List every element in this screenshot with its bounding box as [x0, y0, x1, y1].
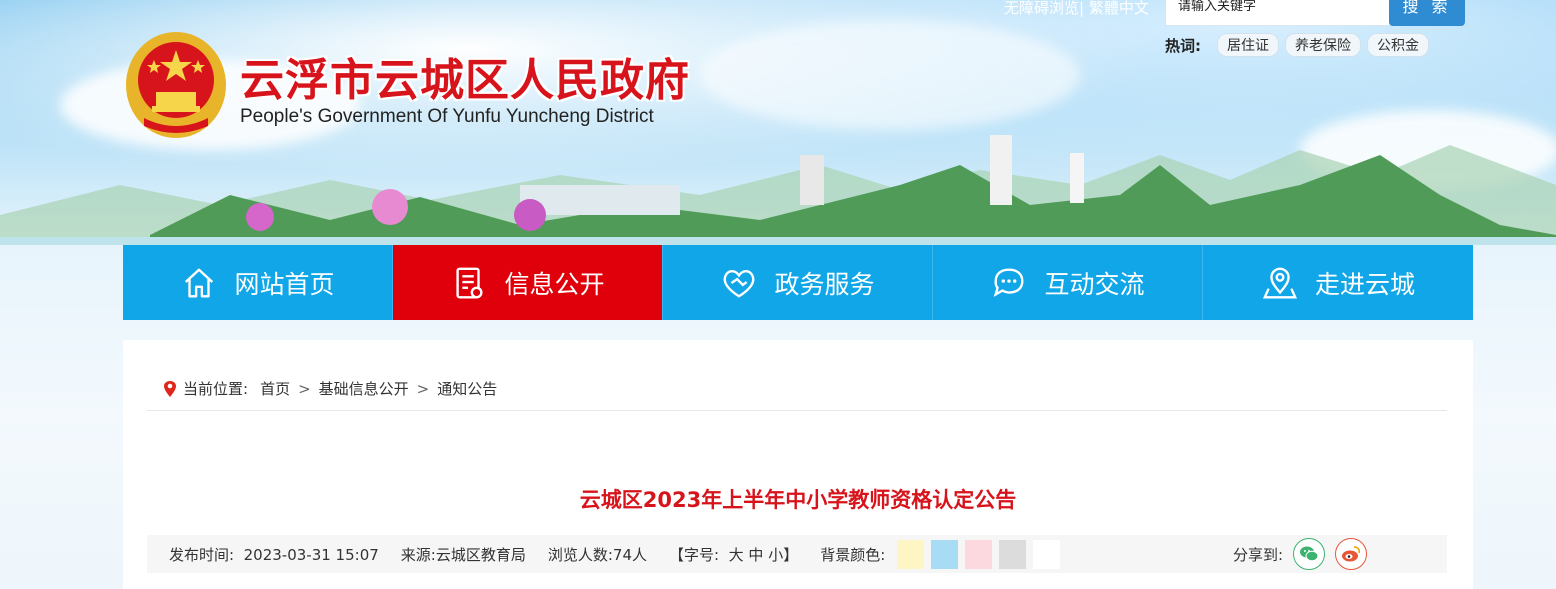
- weibo-share-icon[interactable]: [1335, 538, 1367, 570]
- national-emblem-icon: [126, 32, 226, 138]
- site-title: 云浮市云城区人民政府: [240, 55, 690, 106]
- article-meta-bar: 发布时间: 2023-03-31 15:07 来源:云城区教育局 浏览人数:74…: [147, 535, 1447, 573]
- nav-item-label: 信息公开: [504, 269, 605, 299]
- landscape-illustration: [0, 135, 1556, 245]
- home-icon: [185, 268, 214, 297]
- views: 浏览人数:74人: [548, 544, 647, 565]
- breadcrumb-label: 当前位置:: [183, 380, 249, 398]
- nav-item-home[interactable]: 网站首页: [123, 245, 393, 320]
- bg-color-label: 背景颜色:: [820, 545, 886, 564]
- map-pin-icon: [164, 380, 176, 397]
- font-small-button[interactable]: 小: [768, 546, 783, 564]
- nav-item-label: 政务服务: [774, 269, 875, 299]
- source-label: 来源:: [400, 545, 436, 564]
- font-size-label: 【字号:: [669, 545, 720, 564]
- accessible-browse-link[interactable]: 无障碍浏览: [1004, 0, 1079, 17]
- breadcrumb-separator: >: [416, 379, 430, 398]
- traditional-chinese-link[interactable]: 繁體中文: [1089, 0, 1149, 17]
- font-medium-button[interactable]: 中: [748, 546, 763, 564]
- location-icon: [1262, 267, 1298, 298]
- bg-swatch-yellow[interactable]: [897, 539, 925, 569]
- handshake-icon: [724, 269, 755, 298]
- chat-icon: [994, 268, 1024, 297]
- nav-item-label: 网站首页: [234, 269, 335, 299]
- nav-item-label: 互动交流: [1044, 269, 1145, 299]
- hot-keywords-label: 热词:: [1165, 36, 1201, 55]
- source-value: 云城区教育局: [435, 545, 526, 564]
- bg-swatch-blue[interactable]: [931, 539, 959, 569]
- nav-item-government-services[interactable]: 政务服务: [663, 245, 933, 320]
- article-title: 云城区2023年上半年中小学教师资格认定公告: [579, 488, 1017, 512]
- top-links: 无障碍浏览| 繁體中文: [1004, 0, 1149, 20]
- hot-tag-housing-fund[interactable]: 公积金: [1367, 33, 1429, 57]
- site-subtitle: People's Government Of Yunfu Yuncheng Di…: [240, 106, 654, 127]
- document-icon: [456, 267, 484, 298]
- publish-label: 发布时间:: [169, 545, 235, 564]
- font-size-control: 【字号: 大 中 小】: [669, 544, 798, 565]
- hot-keywords: 热词: 居住证 养老保险 公积金: [1165, 33, 1429, 57]
- main-nav: 网站首页 信息公开 政务服务 互动交流 走进云城: [123, 245, 1473, 320]
- weibo-icon: [1342, 546, 1361, 562]
- nav-item-interaction[interactable]: 互动交流: [933, 245, 1203, 320]
- bg-swatch-pink[interactable]: [965, 539, 993, 569]
- wechat-icon: [1300, 546, 1319, 562]
- source: 来源:云城区教育局: [401, 544, 526, 565]
- breadcrumb-separator: >: [298, 379, 311, 398]
- breadcrumb-notices[interactable]: 通知公告: [437, 378, 497, 399]
- nav-item-about-yuncheng[interactable]: 走进云城: [1203, 245, 1473, 320]
- views-value: 74人: [612, 545, 648, 564]
- hot-tag-residence-permit[interactable]: 居住证: [1217, 33, 1279, 57]
- hot-tag-pension-insurance[interactable]: 养老保险: [1285, 33, 1361, 57]
- divider: [147, 410, 1447, 411]
- font-size-end: 】: [783, 545, 799, 564]
- share-bar: 分享到:: [1233, 535, 1367, 573]
- search-button[interactable]: 搜 索: [1389, 0, 1465, 26]
- cloud: [700, 20, 1080, 130]
- wechat-share-icon[interactable]: [1293, 538, 1325, 570]
- bg-swatch-white[interactable]: [1033, 539, 1061, 569]
- bg-swatch-gray[interactable]: [999, 539, 1027, 569]
- breadcrumb: 当前位置: 首页 > 基础信息公开 > 通知公告: [163, 378, 497, 399]
- search-input[interactable]: 请输入关键字: [1165, 0, 1390, 26]
- breadcrumb-basic-info[interactable]: 基础信息公开: [319, 378, 409, 399]
- nav-item-label: 走进云城: [1314, 269, 1415, 299]
- content-panel: 当前位置: 首页 > 基础信息公开 > 通知公告 云城区2023年上半年中小学教…: [123, 340, 1473, 589]
- share-label: 分享到:: [1232, 545, 1283, 564]
- font-large-button[interactable]: 大: [729, 546, 744, 564]
- publish-time: 发布时间: 2023-03-31 15:07: [169, 544, 379, 565]
- breadcrumb-home[interactable]: 首页: [260, 378, 290, 399]
- top-links-separator: |: [1079, 0, 1085, 17]
- publish-value: 2023-03-31 15:07: [243, 545, 379, 564]
- views-label: 浏览人数:: [547, 545, 613, 564]
- nav-item-info-disclosure[interactable]: 信息公开: [393, 245, 663, 320]
